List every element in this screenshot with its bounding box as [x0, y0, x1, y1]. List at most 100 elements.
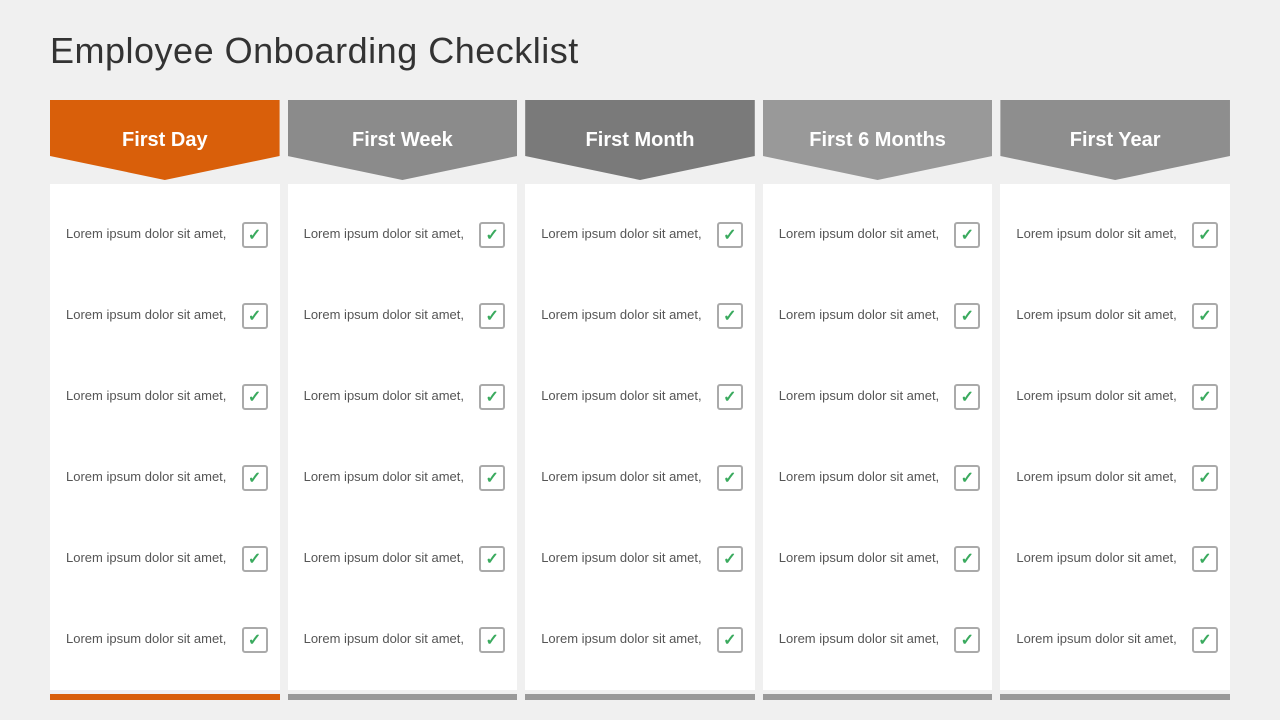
check-icon[interactable]	[717, 222, 743, 248]
list-item: Lorem ipsum dolor sit amet,	[66, 378, 268, 416]
list-item: Lorem ipsum dolor sit amet,	[779, 540, 981, 578]
check-icon[interactable]	[1192, 222, 1218, 248]
item-text: Lorem ipsum dolor sit amet,	[1016, 468, 1176, 486]
check-icon[interactable]	[479, 222, 505, 248]
list-item: Lorem ipsum dolor sit amet,	[1016, 378, 1218, 416]
column-first-year: First YearLorem ipsum dolor sit amet,Lor…	[1000, 100, 1230, 700]
column-body-first-day: Lorem ipsum dolor sit amet, Lorem ipsum d…	[50, 184, 280, 690]
item-text: Lorem ipsum dolor sit amet,	[541, 630, 701, 648]
list-item: Lorem ipsum dolor sit amet,	[541, 297, 743, 335]
item-text: Lorem ipsum dolor sit amet,	[779, 549, 939, 567]
check-icon[interactable]	[954, 384, 980, 410]
check-icon[interactable]	[1192, 303, 1218, 329]
check-icon[interactable]	[242, 222, 268, 248]
item-text: Lorem ipsum dolor sit amet,	[541, 225, 701, 243]
item-text: Lorem ipsum dolor sit amet,	[1016, 387, 1176, 405]
check-icon[interactable]	[1192, 384, 1218, 410]
check-icon[interactable]	[479, 384, 505, 410]
item-text: Lorem ipsum dolor sit amet,	[304, 225, 464, 243]
item-text: Lorem ipsum dolor sit amet,	[779, 630, 939, 648]
list-item: Lorem ipsum dolor sit amet,	[541, 459, 743, 497]
item-text: Lorem ipsum dolor sit amet,	[1016, 306, 1176, 324]
item-text: Lorem ipsum dolor sit amet,	[779, 387, 939, 405]
item-text: Lorem ipsum dolor sit amet,	[779, 225, 939, 243]
list-item: Lorem ipsum dolor sit amet,	[66, 540, 268, 578]
item-text: Lorem ipsum dolor sit amet,	[1016, 225, 1176, 243]
list-item: Lorem ipsum dolor sit amet,	[541, 216, 743, 254]
column-footer-first-month	[525, 694, 755, 700]
list-item: Lorem ipsum dolor sit amet,	[779, 297, 981, 335]
check-icon[interactable]	[717, 384, 743, 410]
item-text: Lorem ipsum dolor sit amet,	[66, 387, 226, 405]
column-header-first-month: First Month	[525, 100, 755, 180]
item-text: Lorem ipsum dolor sit amet,	[1016, 549, 1176, 567]
list-item: Lorem ipsum dolor sit amet,	[1016, 621, 1218, 659]
column-body-first-year: Lorem ipsum dolor sit amet, Lorem ipsum d…	[1000, 184, 1230, 690]
column-body-first-week: Lorem ipsum dolor sit amet, Lorem ipsum d…	[288, 184, 518, 690]
check-icon[interactable]	[717, 465, 743, 491]
check-icon[interactable]	[954, 465, 980, 491]
check-icon[interactable]	[242, 465, 268, 491]
list-item: Lorem ipsum dolor sit amet,	[304, 459, 506, 497]
column-first-day: First DayLorem ipsum dolor sit amet,Lore…	[50, 100, 280, 700]
item-text: Lorem ipsum dolor sit amet,	[66, 630, 226, 648]
list-item: Lorem ipsum dolor sit amet,	[779, 378, 981, 416]
column-footer-first-week	[288, 694, 518, 700]
check-icon[interactable]	[479, 546, 505, 572]
check-icon[interactable]	[717, 546, 743, 572]
list-item: Lorem ipsum dolor sit amet,	[304, 297, 506, 335]
list-item: Lorem ipsum dolor sit amet,	[304, 540, 506, 578]
list-item: Lorem ipsum dolor sit amet,	[66, 216, 268, 254]
check-icon[interactable]	[1192, 465, 1218, 491]
item-text: Lorem ipsum dolor sit amet,	[304, 549, 464, 567]
list-item: Lorem ipsum dolor sit amet,	[304, 216, 506, 254]
column-header-first-week: First Week	[288, 100, 518, 180]
item-text: Lorem ipsum dolor sit amet,	[66, 549, 226, 567]
check-icon[interactable]	[479, 465, 505, 491]
check-icon[interactable]	[954, 222, 980, 248]
page-title: Employee Onboarding Checklist	[50, 30, 1230, 72]
check-icon[interactable]	[242, 627, 268, 653]
list-item: Lorem ipsum dolor sit amet,	[66, 459, 268, 497]
check-icon[interactable]	[1192, 627, 1218, 653]
check-icon[interactable]	[479, 303, 505, 329]
item-text: Lorem ipsum dolor sit amet,	[66, 306, 226, 324]
column-header-first-6-months: First 6 Months	[763, 100, 993, 180]
list-item: Lorem ipsum dolor sit amet,	[1016, 459, 1218, 497]
check-icon[interactable]	[242, 546, 268, 572]
list-item: Lorem ipsum dolor sit amet,	[779, 216, 981, 254]
check-icon[interactable]	[954, 303, 980, 329]
column-body-first-month: Lorem ipsum dolor sit amet, Lorem ipsum d…	[525, 184, 755, 690]
item-text: Lorem ipsum dolor sit amet,	[304, 468, 464, 486]
column-body-first-6-months: Lorem ipsum dolor sit amet, Lorem ipsum d…	[763, 184, 993, 690]
column-footer-first-day	[50, 694, 280, 700]
list-item: Lorem ipsum dolor sit amet,	[541, 540, 743, 578]
check-icon[interactable]	[954, 627, 980, 653]
column-header-first-day: First Day	[50, 100, 280, 180]
column-header-first-year: First Year	[1000, 100, 1230, 180]
column-first-month: First MonthLorem ipsum dolor sit amet,Lo…	[525, 100, 755, 700]
list-item: Lorem ipsum dolor sit amet,	[304, 621, 506, 659]
item-text: Lorem ipsum dolor sit amet,	[66, 468, 226, 486]
list-item: Lorem ipsum dolor sit amet,	[66, 297, 268, 335]
check-icon[interactable]	[954, 546, 980, 572]
item-text: Lorem ipsum dolor sit amet,	[1016, 630, 1176, 648]
column-footer-first-year	[1000, 694, 1230, 700]
item-text: Lorem ipsum dolor sit amet,	[779, 306, 939, 324]
item-text: Lorem ipsum dolor sit amet,	[66, 225, 226, 243]
check-icon[interactable]	[242, 384, 268, 410]
check-icon[interactable]	[1192, 546, 1218, 572]
check-icon[interactable]	[479, 627, 505, 653]
item-text: Lorem ipsum dolor sit amet,	[304, 387, 464, 405]
item-text: Lorem ipsum dolor sit amet,	[304, 630, 464, 648]
list-item: Lorem ipsum dolor sit amet,	[1016, 540, 1218, 578]
list-item: Lorem ipsum dolor sit amet,	[779, 621, 981, 659]
check-icon[interactable]	[242, 303, 268, 329]
checklist-grid: First DayLorem ipsum dolor sit amet,Lore…	[50, 100, 1230, 700]
column-first-week: First WeekLorem ipsum dolor sit amet,Lor…	[288, 100, 518, 700]
item-text: Lorem ipsum dolor sit amet,	[779, 468, 939, 486]
list-item: Lorem ipsum dolor sit amet,	[304, 378, 506, 416]
check-icon[interactable]	[717, 303, 743, 329]
item-text: Lorem ipsum dolor sit amet,	[541, 549, 701, 567]
check-icon[interactable]	[717, 627, 743, 653]
